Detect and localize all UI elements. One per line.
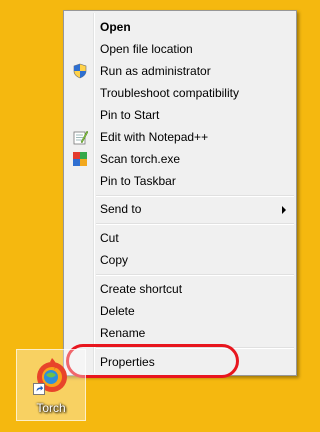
menu-item-label: Pin to Start: [100, 108, 160, 122]
menu-item-open[interactable]: Open: [66, 16, 294, 38]
menu-item-label: Pin to Taskbar: [100, 174, 176, 188]
menu-item-label: Cut: [100, 231, 119, 245]
menu-item-label: Edit with Notepad++: [100, 130, 209, 144]
menu-item-label: Create shortcut: [100, 282, 183, 296]
menu-separator: [96, 274, 294, 276]
menu-item-cut[interactable]: Cut: [66, 227, 294, 249]
menu-separator: [96, 223, 294, 225]
menu-item-open-file-location[interactable]: Open file location: [66, 38, 294, 60]
shortcut-arrow-icon: [33, 383, 45, 395]
antivirus-icon: [73, 152, 87, 166]
menu-item-troubleshoot-compatibility[interactable]: Troubleshoot compatibility: [66, 82, 294, 104]
menu-item-pin-to-taskbar[interactable]: Pin to Taskbar: [66, 170, 294, 192]
menu-item-label: Copy: [100, 253, 129, 267]
menu-item-pin-to-start[interactable]: Pin to Start: [66, 104, 294, 126]
desktop-shortcut-label: Torch: [36, 401, 66, 415]
menu-separator: [96, 195, 294, 197]
menu-item-label: Send to: [100, 202, 142, 216]
menu-item-label: Open: [100, 20, 131, 34]
menu-item-send-to[interactable]: Send to: [66, 198, 294, 220]
menu-item-edit-with-notepadpp[interactable]: Edit with Notepad++: [66, 126, 294, 148]
submenu-arrow-icon: [282, 206, 286, 214]
menu-item-create-shortcut[interactable]: Create shortcut: [66, 278, 294, 300]
menu-item-label: Open file location: [100, 42, 193, 56]
menu-item-label: Rename: [100, 326, 146, 340]
menu-item-label: Delete: [100, 304, 135, 318]
menu-item-delete[interactable]: Delete: [66, 300, 294, 322]
uac-shield-icon: [73, 63, 87, 79]
menu-item-label: Run as administrator: [100, 64, 211, 78]
menu-item-scan-torch-exe[interactable]: Scan torch.exe: [66, 148, 294, 170]
desktop-shortcut-torch[interactable]: Torch: [16, 349, 86, 421]
menu-item-run-as-administrator[interactable]: Run as administrator: [66, 60, 294, 82]
menu-item-rename[interactable]: Rename: [66, 322, 294, 344]
menu-item-copy[interactable]: Copy: [66, 249, 294, 271]
menu-item-label: Scan torch.exe: [100, 152, 181, 166]
menu-item-label: Troubleshoot compatibility: [100, 86, 239, 100]
notepadpp-icon: [73, 130, 88, 145]
context-menu: Open Open file location Run as administr…: [63, 10, 297, 376]
properties-highlight-annotation: [66, 344, 239, 378]
